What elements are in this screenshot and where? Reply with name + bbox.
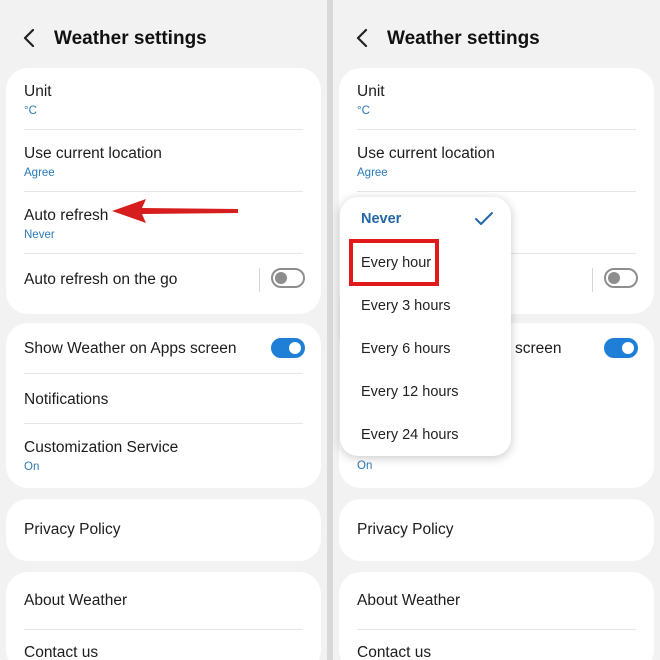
back-arrow-icon[interactable] <box>22 29 36 47</box>
unit-label: Unit <box>24 83 52 100</box>
auto-refresh-menu: Never Every hour Every 3 hours Every 6 h… <box>340 197 511 456</box>
divider <box>24 191 303 192</box>
divider <box>24 129 303 130</box>
toggle-knob <box>275 272 287 284</box>
divider <box>357 129 636 130</box>
settings-card-main: Unit °C Use current location Agree Auto … <box>6 68 321 314</box>
toggle-knob <box>622 342 634 354</box>
divider <box>24 373 303 374</box>
customization-setting[interactable]: On <box>357 456 636 472</box>
privacy-policy-label: Privacy Policy <box>24 521 121 538</box>
unit-setting[interactable]: Unit °C <box>357 83 636 117</box>
divider <box>357 191 636 192</box>
unit-label: Unit <box>357 83 385 100</box>
highlight-box-every-hour <box>349 239 439 286</box>
about-weather-label: About Weather <box>357 592 461 609</box>
show-weather-label: Show Weather on Apps screen <box>24 340 237 357</box>
contact-us-item[interactable]: Contact us <box>24 644 303 660</box>
left-screen: Weather settings Unit °C Use current loc… <box>0 0 327 660</box>
auto-refresh-go-label: Auto refresh on the go <box>24 271 178 288</box>
privacy-card: Privacy Policy <box>339 499 654 561</box>
auto-refresh-value: Never <box>24 229 55 241</box>
show-weather-setting[interactable]: Show Weather on Apps screen <box>24 340 303 358</box>
use-location-value: Agree <box>357 167 388 179</box>
divider <box>357 629 636 630</box>
contact-us-label: Contact us <box>357 644 432 660</box>
auto-refresh-go-toggle[interactable] <box>271 268 305 288</box>
toggle-knob <box>608 272 620 284</box>
auto-refresh-go-toggle[interactable] <box>604 268 638 288</box>
auto-refresh-go-setting[interactable]: Auto refresh on the go <box>24 271 303 289</box>
divider <box>24 423 303 424</box>
privacy-policy-item[interactable]: Privacy Policy <box>357 521 636 539</box>
notifications-label: Notifications <box>24 391 109 408</box>
contact-us-label: Contact us <box>24 644 99 660</box>
about-card: About Weather Contact us <box>339 572 654 660</box>
customization-setting[interactable]: Customization Service On <box>24 439 303 473</box>
back-arrow-icon[interactable] <box>355 29 369 47</box>
toggle-knob <box>289 342 301 354</box>
privacy-policy-label: Privacy Policy <box>357 521 454 538</box>
privacy-card: Privacy Policy <box>6 499 321 561</box>
privacy-policy-item[interactable]: Privacy Policy <box>24 521 303 539</box>
use-location-setting[interactable]: Use current location Agree <box>24 145 303 179</box>
header: Weather settings <box>333 0 660 66</box>
header: Weather settings <box>0 0 327 66</box>
toggle-separator <box>592 268 593 292</box>
about-weather-label: About Weather <box>24 592 128 609</box>
customization-value: On <box>24 461 40 473</box>
divider <box>24 253 303 254</box>
contact-us-item[interactable]: Contact us <box>357 644 636 660</box>
menu-option-never[interactable]: Never <box>361 211 401 227</box>
unit-value: °C <box>24 105 37 117</box>
menu-option-every-12-hours[interactable]: Every 12 hours <box>361 384 459 400</box>
settings-card-secondary: Show Weather on Apps screen Notification… <box>6 323 321 488</box>
page-title: Weather settings <box>387 28 540 49</box>
use-location-label: Use current location <box>24 145 162 162</box>
toggle-separator <box>259 268 260 292</box>
about-weather-item[interactable]: About Weather <box>24 592 303 610</box>
menu-option-every-24-hours[interactable]: Every 24 hours <box>361 427 459 443</box>
use-location-setting[interactable]: Use current location Agree <box>357 145 636 179</box>
use-location-value: Agree <box>24 167 55 179</box>
checkmark-icon <box>475 212 493 225</box>
menu-option-every-6-hours[interactable]: Every 6 hours <box>361 341 450 357</box>
customization-label: Customization Service <box>24 439 179 456</box>
divider <box>24 629 303 630</box>
page-title: Weather settings <box>54 28 207 49</box>
show-weather-toggle[interactable] <box>271 338 305 358</box>
red-pointer-arrow <box>112 199 238 223</box>
use-location-label: Use current location <box>357 145 495 162</box>
unit-value: °C <box>357 105 370 117</box>
menu-option-every-3-hours[interactable]: Every 3 hours <box>361 298 450 314</box>
unit-setting[interactable]: Unit °C <box>24 83 303 117</box>
customization-value: On <box>357 460 373 472</box>
about-weather-item[interactable]: About Weather <box>357 592 636 610</box>
notifications-setting[interactable]: Notifications <box>24 391 303 409</box>
about-card: About Weather Contact us <box>6 572 321 660</box>
show-weather-toggle[interactable] <box>604 338 638 358</box>
